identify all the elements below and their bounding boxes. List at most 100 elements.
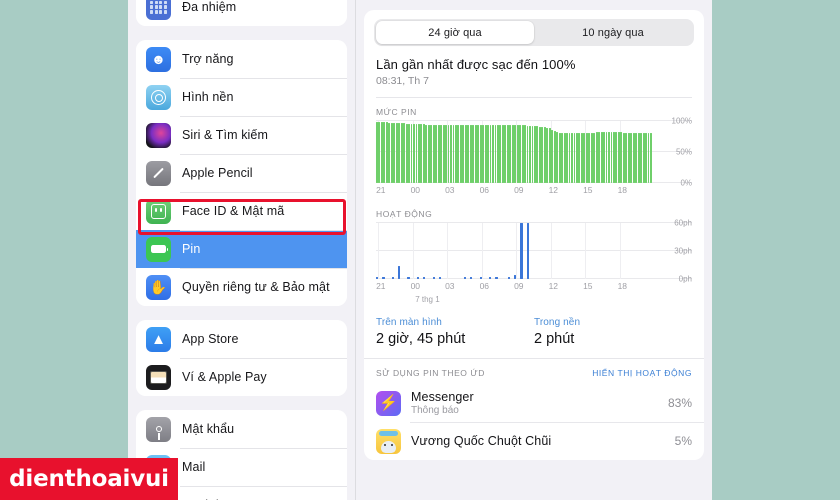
stat-label: Trong nền (534, 317, 581, 328)
bar (519, 125, 522, 183)
accessibility-icon: ☻ (146, 46, 171, 72)
sidebar-group-1: ☻ Trợ năng Hình nền Siri & Tìm kiếm Appl… (136, 40, 347, 306)
bar (630, 132, 633, 183)
battery-icon (146, 236, 171, 262)
bar (514, 125, 517, 183)
bar (650, 132, 652, 183)
y-tick-label: 0% (680, 178, 692, 188)
activity-plot: 0ph 30ph 60ph (376, 219, 692, 284)
time-range-segmented-control[interactable]: 24 giờ qua 10 ngày qua (364, 10, 704, 46)
activity-title: HOẠT ĐỘNG (376, 209, 433, 219)
sidebar-group-2: ▲ App Store Ví & Apple Pay (136, 320, 347, 396)
activity-date-row: 7 thg 1 (376, 295, 652, 307)
bar (608, 132, 610, 183)
bar (583, 132, 586, 183)
bar (598, 132, 601, 183)
battery-level-title: MỨC PIN (376, 107, 417, 117)
app-usage-header-row: SỬ DỤNG PIN THEO ỨD HIỂN THỊ HOẠT ĐỘNG (364, 359, 704, 384)
sidebar-item-wallet-apple-pay[interactable]: Ví & Apple Pay (136, 358, 347, 396)
sidebar-item-battery[interactable]: Pin (136, 230, 347, 268)
wallet-icon (146, 364, 171, 390)
sidebar-item-label: Apple Pencil (182, 166, 253, 180)
x-tick-label: 18 (617, 281, 628, 291)
bar (524, 125, 526, 183)
bar (603, 132, 605, 183)
sidebar-item-app-store[interactable]: ▲ App Store (136, 320, 347, 358)
game-icon (376, 428, 401, 454)
stat-label: Trên màn hình (376, 317, 442, 328)
sidebar-item-privacy-security[interactable]: ✋ Quyền riêng tư & Bảo mật (136, 268, 347, 306)
bar (435, 124, 438, 183)
bar (625, 132, 628, 183)
bar (403, 123, 406, 183)
app-info: Messenger Thông báo (411, 390, 668, 416)
app-row-messenger[interactable]: ⚡ Messenger Thông báo 83% (364, 384, 704, 422)
sidebar-item-label: Hình nền (182, 90, 234, 104)
bar (423, 277, 426, 279)
bar (438, 277, 442, 279)
sidebar-item-passwords[interactable]: Mật khẩu (136, 410, 347, 448)
bar (432, 277, 435, 279)
bar (487, 125, 489, 183)
battery-detail-pane: 24 giờ qua 10 ngày qua Lần gần nhất được… (356, 0, 712, 500)
app-percent: 83% (667, 396, 692, 410)
app-store-icon: ▲ (146, 326, 171, 352)
sidebar-item-label: Đa nhiệm (182, 0, 237, 14)
bar (470, 277, 473, 279)
bar (407, 277, 410, 279)
bar (526, 223, 529, 279)
battery-level-plot: 0% 50% 100% (376, 117, 692, 188)
y-tick-label: 30ph (674, 246, 692, 256)
app-usage-header: SỬ DỤNG PIN THEO ỨD (376, 368, 485, 378)
usage-stats: Trên màn hình 2 giờ, 45 phút Trong nền 2… (364, 311, 704, 358)
x-tick-label: 18 (617, 185, 628, 195)
passwords-key-icon (146, 416, 171, 442)
x-tick-label: 15 (583, 185, 593, 195)
tab-last-10-days[interactable]: 10 ngày qua (534, 21, 692, 44)
bar (571, 132, 573, 183)
bar (495, 277, 498, 279)
ipad-settings-window: Đa nhiệm ☻ Trợ năng Hình nền Siri & Tìm … (128, 0, 712, 500)
activity-chart-block: HOẠT ĐỘNG 0ph 30ph 60ph 21 00 03 06 09 12 15 18 7… (364, 203, 704, 311)
y-tick-label: 100% (671, 116, 692, 126)
sidebar-item-accessibility[interactable]: ☻ Trợ năng (136, 40, 347, 78)
stat-value: 2 giờ, 45 phút (376, 331, 466, 347)
bar (482, 125, 485, 183)
bar (463, 277, 467, 279)
bar (393, 122, 396, 183)
bar (635, 132, 638, 183)
bar (566, 132, 568, 183)
sidebar-item-face-id[interactable]: Face ID & Mật mã (136, 192, 347, 230)
activity-x-axis: 21 00 03 06 09 12 15 18 (376, 281, 652, 295)
sidebar-item-wallpaper[interactable]: Hình nền (136, 78, 347, 116)
x-tick-label: 00 (410, 185, 421, 195)
sidebar-group-0: Đa nhiệm (136, 0, 347, 26)
bar (391, 277, 394, 279)
bar (445, 124, 447, 183)
sidebar-item-home-screen[interactable]: Đa nhiệm (136, 0, 347, 26)
bar (413, 124, 415, 183)
settings-sidebar[interactable]: Đa nhiệm ☻ Trợ năng Hình nền Siri & Tìm … (128, 0, 356, 500)
bar (645, 132, 647, 183)
bar (507, 277, 511, 279)
app-name: Messenger (411, 390, 474, 404)
screenshot-root: Đa nhiệm ☻ Trợ năng Hình nền Siri & Tìm … (0, 0, 840, 500)
app-row-game[interactable]: Vương Quốc Chuột Chũi 5% (364, 422, 704, 460)
bar (477, 125, 480, 183)
app-name: Vương Quốc Chuột Chũi (411, 434, 552, 448)
y-tick-label: 60ph (674, 218, 692, 228)
sidebar-item-label: App Store (182, 332, 239, 346)
sidebar-item-siri-search[interactable]: Siri & Tìm kiếm (136, 116, 347, 154)
battery-card: 24 giờ qua 10 ngày qua Lần gần nhất được… (364, 10, 704, 460)
bar (440, 124, 443, 183)
sidebar-item-apple-pencil[interactable]: Apple Pencil (136, 154, 347, 192)
show-activity-link[interactable]: HIỂN THỊ HOẠT ĐỘNG (592, 368, 692, 378)
app-percent: 5% (674, 434, 692, 448)
y-tick-label: 50% (675, 147, 692, 157)
tab-last-24-hours[interactable]: 24 giờ qua (376, 21, 534, 44)
last-charge-title: Lần gần nhất được sạc đến 100% (376, 57, 576, 72)
bar (588, 132, 591, 183)
x-tick-label: 03 (445, 281, 455, 291)
battery-level-chart-block: MỨC PIN 0% 50% 100% 21 00 03 06 09 12 15 18 (364, 98, 704, 203)
stat-value: 2 phút (534, 331, 575, 347)
